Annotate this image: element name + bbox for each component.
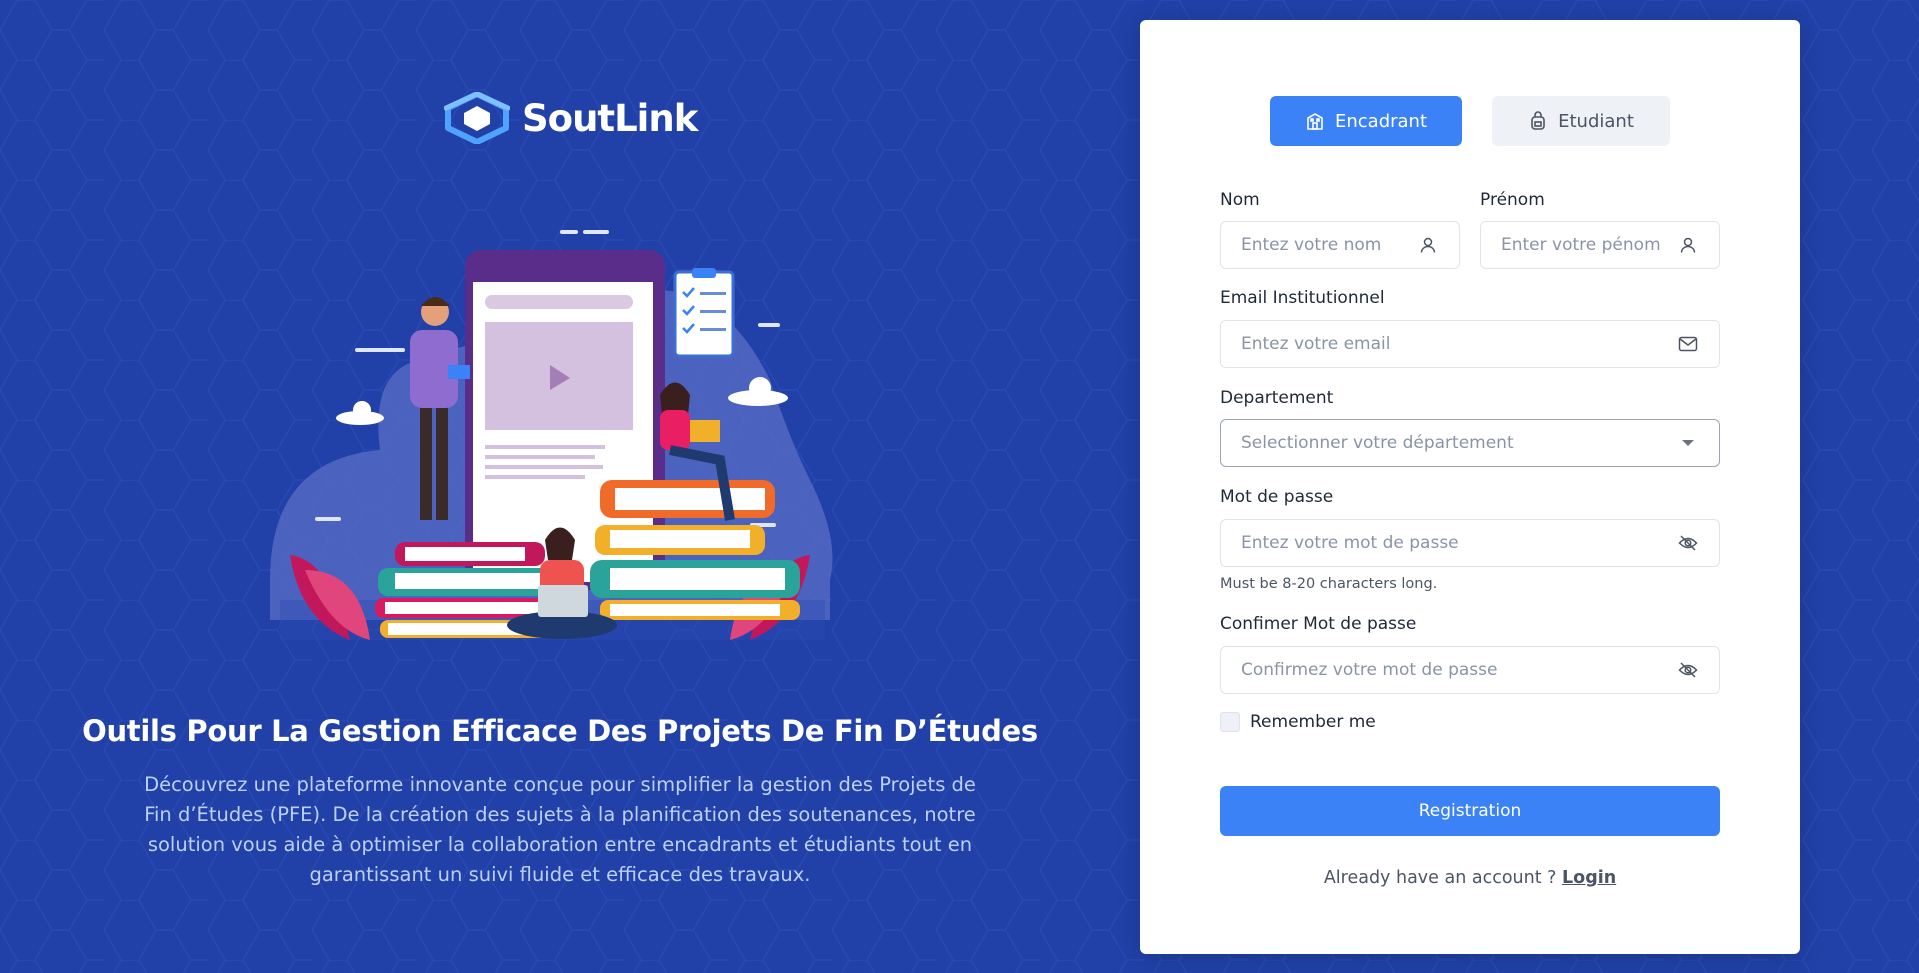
eye-off-icon[interactable]	[1677, 532, 1699, 554]
remember-me: Remember me	[1220, 712, 1376, 732]
prenom-label: Prénom	[1480, 190, 1545, 210]
building-icon	[1307, 113, 1323, 130]
registration-button[interactable]: Registration	[1220, 786, 1720, 836]
study-books-illustration	[270, 230, 833, 640]
hero-description: Découvrez une plateforme innovante conçu…	[144, 773, 976, 886]
etudiant-role-button[interactable]: Etudiant	[1492, 96, 1670, 146]
etudiant-label: Etudiant	[1558, 110, 1634, 132]
caret-down-icon	[1677, 432, 1699, 454]
login-prompt-line: Already have an account ? Login	[1220, 868, 1720, 888]
nom-label: Nom	[1220, 190, 1260, 210]
mail-icon	[1677, 333, 1699, 355]
password-label: Mot de passe	[1220, 487, 1334, 507]
hero-title: Outils Pour La Gestion Efficace Des Proj…	[82, 714, 1038, 748]
email-placeholder: Entez votre email	[1241, 334, 1391, 354]
brand-logo[interactable]: SoutLink	[444, 90, 698, 146]
login-prompt: Already have an account ?	[1323, 868, 1557, 888]
remember-me-label: Remember me	[1250, 712, 1376, 732]
login-link[interactable]: Login	[1562, 868, 1616, 888]
password-hint: Must be 8-20 characters long.	[1220, 576, 1438, 592]
user-icon	[1677, 234, 1699, 256]
hero-panel: SoutLink Outils Pour La Gestion Efficace…	[0, 0, 1120, 973]
departement-placeholder: Selectionner votre département	[1241, 433, 1514, 453]
nom-placeholder: Entez votre nom	[1241, 235, 1382, 255]
confirm-password-placeholder: Confirmez votre mot de passe	[1241, 660, 1498, 680]
confirm-password-input[interactable]: Confirmez votre mot de passe	[1220, 646, 1720, 694]
user-icon	[1417, 234, 1439, 256]
registration-card: Encadrant Etudiant Nom Entez votre nom P…	[1140, 20, 1800, 954]
graduation-cap-hex-icon	[444, 92, 510, 144]
backpack-icon	[1531, 111, 1545, 130]
password-input[interactable]: Entez votre mot de passe	[1220, 519, 1720, 567]
encadrant-label: Encadrant	[1334, 110, 1428, 132]
email-input[interactable]: Entez votre email	[1220, 320, 1720, 368]
brand-name: SoutLink	[522, 96, 698, 140]
departement-select[interactable]: Selectionner votre département	[1220, 419, 1720, 467]
prenom-placeholder: Enter votre pénom	[1501, 235, 1661, 255]
encadrant-role-button[interactable]: Encadrant	[1270, 96, 1462, 146]
role-tabs: Encadrant Etudiant	[1270, 96, 1670, 146]
eye-off-icon[interactable]	[1677, 659, 1699, 681]
password-placeholder: Entez votre mot de passe	[1241, 533, 1459, 553]
nom-input[interactable]: Entez votre nom	[1220, 221, 1460, 269]
prenom-input[interactable]: Enter votre pénom	[1480, 221, 1720, 269]
departement-label: Departement	[1220, 388, 1334, 408]
email-label: Email Institutionnel	[1220, 288, 1385, 308]
confirm-password-label: Confimer Mot de passe	[1220, 614, 1417, 634]
remember-me-checkbox[interactable]	[1220, 712, 1240, 732]
